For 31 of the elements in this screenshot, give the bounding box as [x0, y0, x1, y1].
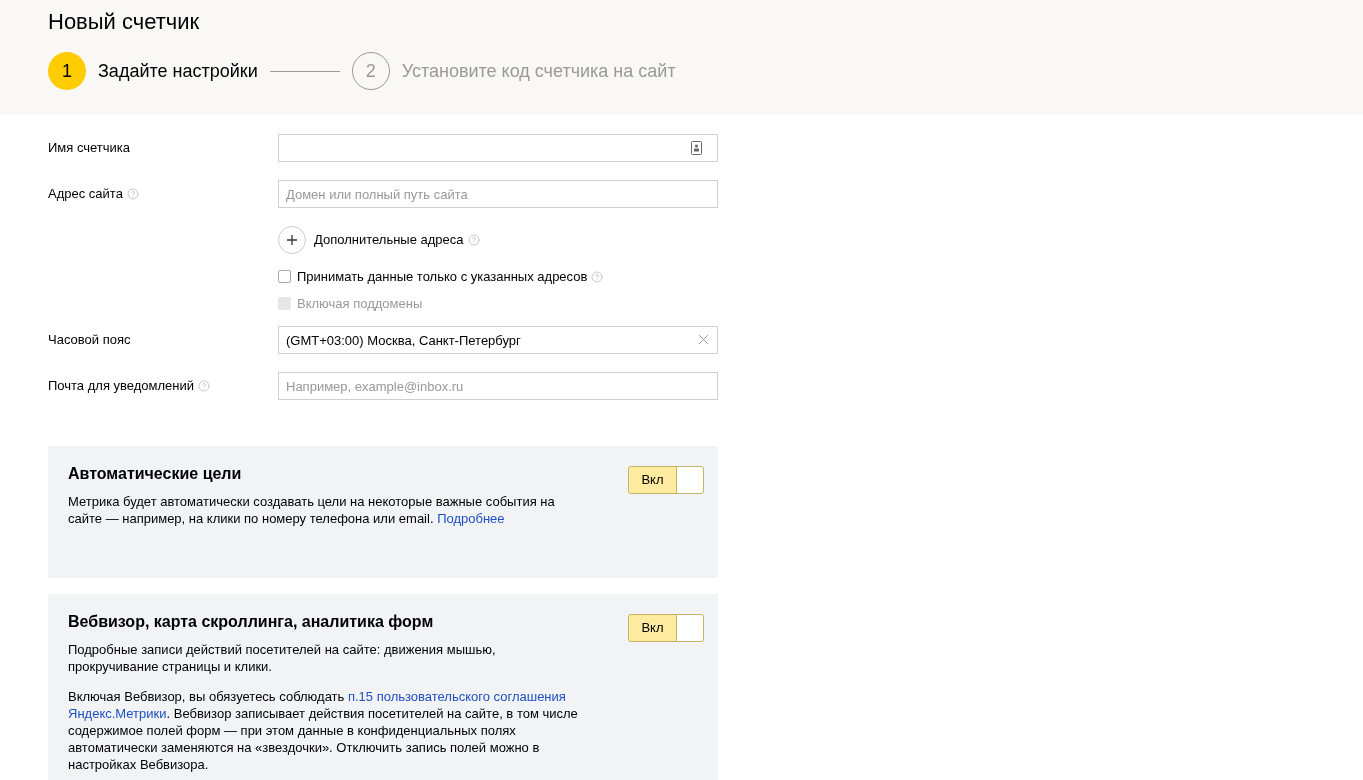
plus-icon [278, 226, 306, 254]
help-icon[interactable] [591, 270, 604, 283]
link[interactable]: Подробнее [437, 511, 505, 526]
toggle-switch[interactable]: Вкл [628, 466, 704, 494]
field-label: Адрес сайта [48, 185, 123, 204]
add-address-button[interactable]: Дополнительные адреса [278, 226, 464, 254]
link[interactable]: п.15 пользовательского соглашения [347, 689, 566, 704]
input-field[interactable]: Домен или полный путь сайта [278, 180, 718, 208]
link[interactable]: Яндекс.Метрики [68, 706, 167, 721]
clear-icon[interactable] [698, 334, 709, 345]
field-label: Часовой пояс [48, 331, 131, 350]
page-title: Новый счетчик [48, 8, 201, 36]
help-icon[interactable] [126, 188, 139, 200]
input-field[interactable]: (GMT+03:00) Москва, Санкт-Петербург [278, 326, 718, 354]
card-title: Вебвизор, карта скроллинга, аналитика форм [68, 612, 435, 632]
step-tab[interactable]: 1 Задайте настройки [48, 52, 258, 90]
card-description: Подробные записи действий посетителей на сайте: движения мышью, прокручивание страницы и клики. [68, 641, 497, 675]
field-label: Почта для уведомлений [48, 377, 194, 396]
card-description: Включая Вебвизор, вы обязуетесь соблюдать п.15 пользовательского соглашения Яндекс.Метрики. Вебвизор записывает действия посетителей на сайте, в том числе содержимое полей форм — при этом данные в конфиденциальных полях автоматически заменяются на «звездочки». Отключить запись полей можно в настройках Вебвизора. [68, 688, 579, 773]
input-field[interactable]: Например, example@inbox.ru [278, 372, 718, 400]
help-icon[interactable] [467, 234, 480, 246]
help-icon[interactable] [198, 380, 210, 392]
checkbox[interactable] [278, 270, 291, 283]
input-field[interactable] [278, 134, 718, 162]
field-label: Имя счетчика [48, 139, 131, 158]
card-description: Метрика будет автоматически создавать цели на некоторые важные события на сайте — например, на клики по номеру телефона или email. Подробнее [68, 493, 556, 527]
contact-card-icon[interactable] [691, 141, 702, 155]
checkbox-label: Включая поддомены [297, 294, 423, 313]
card-title: Автоматические цели [68, 464, 243, 484]
toggle-switch[interactable]: Вкл [628, 614, 704, 642]
checkbox-label: Принимать данные только с указанных адресов [297, 267, 588, 286]
